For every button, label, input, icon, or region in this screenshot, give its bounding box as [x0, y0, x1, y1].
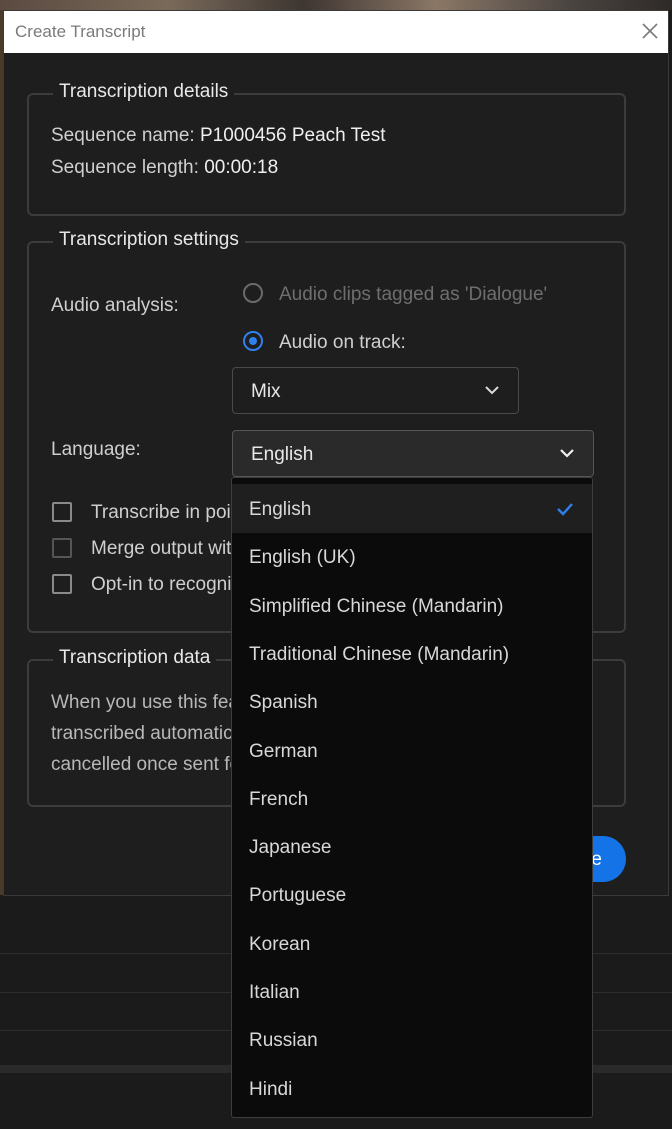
merge-output-label[interactable]: Merge output wit: [91, 538, 231, 560]
audio-track-select-value: Mix: [251, 381, 281, 402]
language-option-label: Portuguese: [249, 885, 347, 907]
transcription-data-text-line-1: When you use this fea: [51, 692, 239, 713]
close-button[interactable]: [638, 19, 662, 43]
language-option-label: Japanese: [249, 837, 332, 859]
create-transcript-button-label: e: [591, 849, 602, 870]
sequence-length-row: Sequence length: 00:00:18: [51, 157, 278, 179]
audio-analysis-label: Audio analysis:: [51, 295, 179, 316]
sequence-name-row: Sequence name: P1000456 Peach Test: [51, 125, 386, 147]
language-option-french[interactable]: French: [232, 774, 592, 823]
language-option-korean[interactable]: Korean: [232, 919, 592, 968]
language-label: Language:: [51, 439, 141, 460]
chevron-down-icon: [560, 449, 574, 458]
language-option-label: German: [249, 740, 318, 762]
sequence-name-value: P1000456 Peach Test: [199, 125, 386, 146]
merge-output-checkbox[interactable]: [52, 538, 72, 558]
language-option-simplified-chinese-mandarin[interactable]: Simplified Chinese (Mandarin): [232, 581, 592, 630]
sequence-length-label: Sequence length:: [51, 157, 199, 178]
language-option-traditional-chinese-mandarin[interactable]: Traditional Chinese (Mandarin): [232, 629, 592, 678]
language-option-hindi[interactable]: Hindi: [232, 1064, 592, 1113]
opt-in-recognition-checkbox[interactable]: [52, 574, 72, 594]
transcribe-in-points-checkbox[interactable]: [52, 502, 72, 522]
transcription-details-group: Transcription details Sequence name: P10…: [27, 81, 626, 216]
background-app-strip: [0, 0, 672, 10]
language-option-label: Russian: [249, 1030, 318, 1052]
language-option-label: Spanish: [249, 692, 318, 714]
chevron-down-icon: [485, 386, 499, 395]
language-option-label: English (UK): [249, 547, 356, 569]
language-option-russian[interactable]: Russian: [232, 1015, 592, 1064]
language-option-label: Korean: [249, 933, 311, 955]
opt-in-recognition-label[interactable]: Opt-in to recogni: [91, 574, 231, 596]
close-icon: [642, 23, 658, 39]
language-option-label: English: [249, 499, 312, 520]
language-option-portuguese[interactable]: Portuguese: [232, 870, 592, 919]
language-option-german[interactable]: German: [232, 726, 592, 775]
radio-dialogue-clips[interactable]: [243, 283, 263, 303]
sequence-name-label: Sequence name:: [51, 125, 195, 146]
checkmark-icon: [557, 503, 573, 516]
radio-audio-on-track[interactable]: [243, 331, 263, 351]
transcription-data-text-line-3: cancelled once sent fo: [51, 754, 241, 775]
radio-dialogue-clips-label[interactable]: Audio clips tagged as 'Dialogue': [279, 284, 547, 306]
sequence-length-value: 00:00:18: [204, 157, 279, 178]
language-option-label: Hindi: [249, 1078, 293, 1100]
radio-audio-on-track-label[interactable]: Audio on track:: [279, 332, 406, 354]
language-option-label: Traditional Chinese (Mandarin): [249, 643, 510, 665]
language-option-english-uk[interactable]: English (UK): [232, 532, 592, 581]
language-option-english[interactable]: English: [232, 484, 592, 533]
language-option-japanese[interactable]: Japanese: [232, 822, 592, 871]
language-dropdown-menu: English English (UK) Simplified Chinese (M…: [231, 477, 593, 1118]
language-option-italian[interactable]: Italian: [232, 967, 592, 1016]
language-option-label: Simplified Chinese (Mandarin): [249, 595, 504, 617]
language-select-value: English: [251, 444, 314, 465]
language-option-label: French: [249, 788, 309, 810]
dialog-title: Create Transcript: [15, 22, 146, 41]
language-option-spanish[interactable]: Spanish: [232, 677, 592, 726]
language-select[interactable]: English: [232, 430, 594, 477]
dialog-titlebar: Create Transcript: [4, 11, 668, 53]
transcribe-in-points-label[interactable]: Transcribe in poir: [91, 502, 237, 524]
audio-track-select[interactable]: Mix: [232, 367, 519, 414]
transcription-settings-legend: Transcription settings: [53, 229, 245, 251]
transcription-data-text-line-2: transcribed automatic: [51, 723, 233, 744]
transcription-data-legend: Transcription data: [53, 647, 217, 669]
transcription-details-legend: Transcription details: [53, 81, 235, 103]
language-option-label: Italian: [249, 982, 300, 1003]
